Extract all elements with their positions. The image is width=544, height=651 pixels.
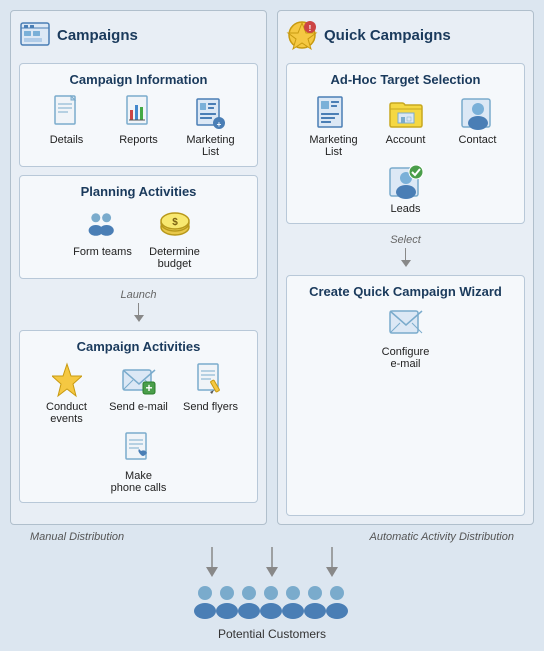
- conduct-events-label: Conduct events: [37, 401, 97, 425]
- customers-section: Potential Customers: [192, 581, 352, 641]
- form-teams-icon: [85, 207, 121, 243]
- phone-calls-icon: [121, 431, 157, 467]
- leads-item: Leads: [376, 164, 436, 215]
- top-section: Campaigns Campaign Information: [10, 10, 534, 525]
- form-teams-label: Form teams: [73, 246, 132, 258]
- qc-marketing-list-item: Marketing List: [304, 95, 364, 158]
- quick-campaigns-column: ! Quick Campaigns Ad-Hoc Target Selectio…: [277, 10, 534, 525]
- contact-icon: [460, 95, 496, 131]
- select-arrow-head: [401, 260, 411, 267]
- account-label: Account: [386, 134, 426, 146]
- leads-icon: [388, 164, 424, 200]
- marketing-list-label: Marketing List: [181, 134, 241, 158]
- account-icon: [388, 95, 424, 131]
- conduct-events-icon: [49, 362, 85, 398]
- automatic-distribution-label: Automatic Activity Distribution: [370, 531, 514, 543]
- distribution-row: Manual Distribution Automatic Activity D…: [10, 531, 534, 543]
- left-arrow: [202, 547, 222, 577]
- configure-email-label: Configure e-mail: [376, 346, 436, 370]
- qc-marketing-list-label: Marketing List: [304, 134, 364, 158]
- quick-campaigns-header: ! Quick Campaigns: [286, 19, 525, 55]
- potential-customers-icon: [192, 581, 352, 625]
- details-label: Details: [50, 134, 84, 146]
- svg-text:+: +: [216, 120, 221, 129]
- middle-arrow: [262, 547, 282, 577]
- contact-item: Contact: [448, 95, 508, 158]
- launch-label: Launch: [120, 289, 156, 301]
- adhoc-grid: Marketing List: [295, 95, 516, 215]
- campaign-activities-box: Campaign Activities Conduct events: [19, 330, 258, 503]
- determine-budget-item: $ Determine budget: [145, 207, 205, 270]
- select-arrow: Select: [286, 232, 525, 267]
- reports-item: Reports: [109, 95, 169, 158]
- quick-campaigns-icon: !: [286, 19, 318, 51]
- leads-label: Leads: [391, 203, 421, 215]
- planning-activities-box: Planning Activities: [19, 175, 258, 279]
- account-item: Account: [376, 95, 436, 158]
- phone-calls-label: Make phone calls: [109, 470, 169, 494]
- reports-icon: [121, 95, 157, 131]
- adhoc-box: Ad-Hoc Target Selection: [286, 63, 525, 224]
- determine-budget-label: Determine budget: [145, 246, 205, 270]
- quick-campaigns-title: Quick Campaigns: [324, 27, 451, 44]
- conduct-events-item: Conduct events: [37, 362, 97, 425]
- send-email-label: Send e-mail: [109, 401, 168, 413]
- send-flyers-item: Send flyers: [181, 362, 241, 425]
- reports-label: Reports: [119, 134, 158, 146]
- campaigns-icon: [19, 19, 51, 51]
- details-icon: [49, 95, 85, 131]
- wizard-box: Create Quick Campaign Wizard Configure e…: [286, 275, 525, 516]
- send-email-icon: +: [121, 362, 157, 398]
- right-arrow: [322, 547, 342, 577]
- launch-arrow-line: [138, 303, 139, 315]
- campaigns-column: Campaigns Campaign Information: [10, 10, 267, 525]
- campaign-information-grid: Details Reports: [28, 95, 249, 158]
- launch-arrow: Launch: [19, 287, 258, 322]
- wizard-title: Create Quick Campaign Wizard: [295, 284, 516, 299]
- wizard-grid: Configure e-mail: [295, 307, 516, 370]
- planning-activities-grid: Form teams $ Determine budget: [28, 207, 249, 270]
- svg-text:+: +: [145, 381, 152, 395]
- details-item: Details: [37, 95, 97, 158]
- contact-label: Contact: [459, 134, 497, 146]
- adhoc-title: Ad-Hoc Target Selection: [295, 72, 516, 87]
- marketing-list-icon: +: [193, 95, 229, 131]
- potential-customers-label: Potential Customers: [218, 627, 326, 641]
- send-email-item: + Send e-mail: [109, 362, 169, 425]
- svg-text:$: $: [172, 217, 178, 228]
- marketing-list-item: + Marketing List: [181, 95, 241, 158]
- configure-email-item: Configure e-mail: [376, 307, 436, 370]
- select-label: Select: [390, 234, 421, 246]
- launch-arrow-head: [134, 315, 144, 322]
- planning-activities-title: Planning Activities: [28, 184, 249, 199]
- campaign-information-box: Campaign Information Detail: [19, 63, 258, 167]
- campaign-activities-grid: Conduct events +: [28, 362, 249, 494]
- form-teams-item: Form teams: [73, 207, 133, 270]
- determine-budget-icon: $: [157, 207, 193, 243]
- qc-marketing-list-icon: [316, 95, 352, 131]
- campaign-activities-title: Campaign Activities: [28, 339, 249, 354]
- campaign-information-title: Campaign Information: [28, 72, 249, 87]
- configure-email-icon: [388, 307, 424, 343]
- bottom-section: Manual Distribution Automatic Activity D…: [10, 525, 534, 641]
- svg-text:!: !: [309, 24, 312, 33]
- main-container: Campaigns Campaign Information: [0, 0, 544, 651]
- select-arrow-line: [405, 248, 406, 260]
- send-flyers-label: Send flyers: [183, 401, 238, 413]
- phone-calls-item: Make phone calls: [109, 431, 169, 494]
- campaigns-header: Campaigns: [19, 19, 258, 55]
- manual-distribution-label: Manual Distribution: [30, 531, 124, 543]
- campaigns-title: Campaigns: [57, 27, 138, 44]
- send-flyers-icon: [193, 362, 229, 398]
